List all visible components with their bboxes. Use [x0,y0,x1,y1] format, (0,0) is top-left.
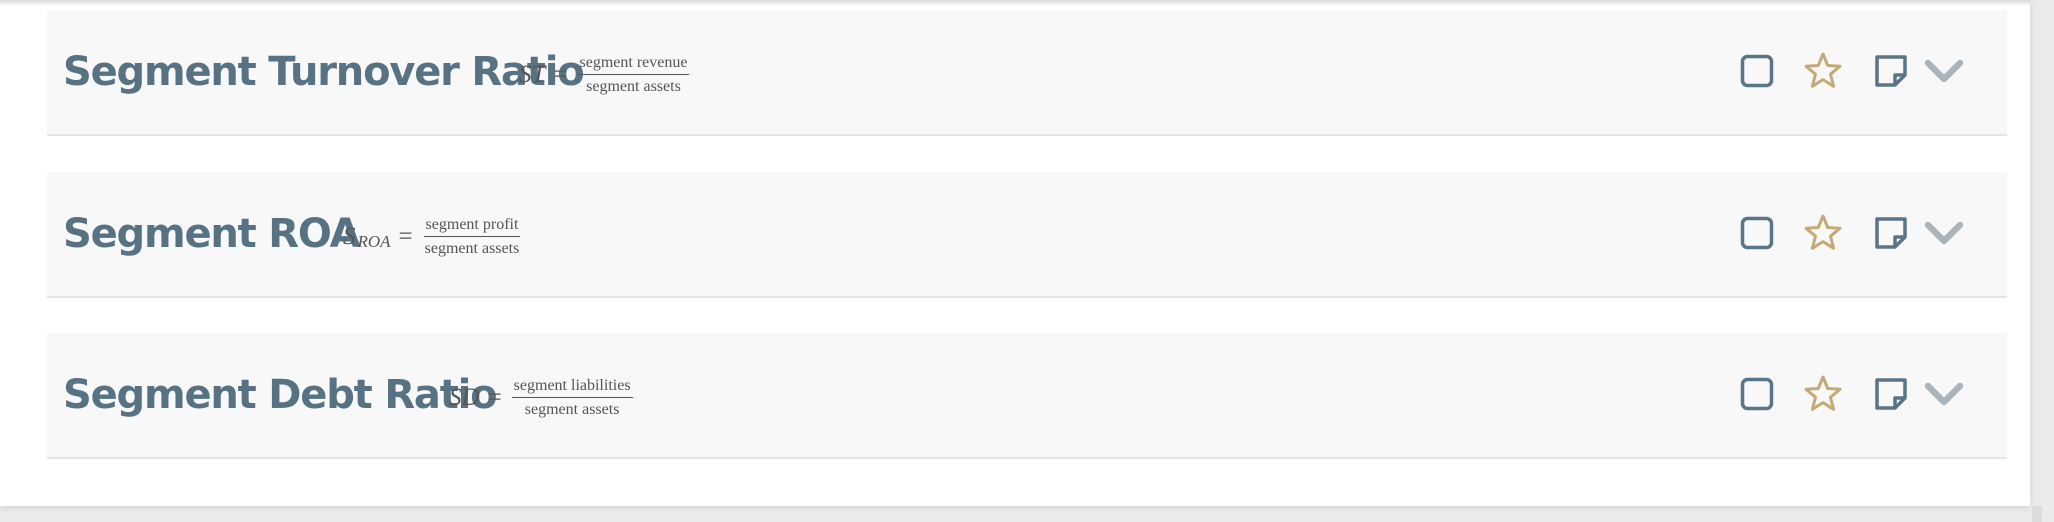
formula-denominator: segment assets [524,400,620,418]
formula-denominator: segment assets [586,77,681,95]
metric-card-segment-turnover-ratio: Segment Turnover Ratio ST = segment reve… [47,10,2007,136]
star-icon[interactable] [1803,374,1843,414]
formula-equals: = [487,383,502,411]
metric-card-segment-debt-ratio: Segment Debt Ratio SD = segment liabilit… [47,333,2007,459]
formula-numerator: segment liabilities [511,377,633,398]
scrollbar-track[interactable] [2032,506,2042,522]
checkbox-icon[interactable] [1740,377,1774,411]
formula-numerator: segment profit [423,216,521,237]
formula-lhs: ST [519,60,546,88]
metric-title: Segment Debt Ratio [63,372,498,418]
note-icon[interactable] [1873,215,1909,251]
metric-card-segment-roa: Segment ROA S ROA = segment profit segme… [47,172,2007,298]
metric-title: Segment Turnover Ratio [63,49,585,95]
formula-equals: = [398,222,413,250]
checkbox-icon[interactable] [1740,54,1774,88]
chevron-down-icon[interactable] [1924,57,1964,85]
checkbox-icon[interactable] [1740,216,1774,250]
metric-formula: SD = segment liabilities segment assets [449,377,633,418]
chevron-down-icon[interactable] [1924,219,1964,247]
chevron-down-icon[interactable] [1924,380,1964,408]
formula-lhs: S [343,222,356,250]
formula-denominator: segment assets [424,239,520,257]
metric-formula: ST = segment revenue segment assets [519,54,690,95]
metric-title: Segment ROA [63,211,361,257]
formula-subscript: ROA [357,231,391,251]
formula-fraction: segment revenue segment assets [577,54,690,95]
formula-lhs: SD [449,383,480,411]
metric-formula: S ROA = segment profit segment assets [343,216,521,257]
formula-numerator: segment revenue [577,54,690,75]
metrics-panel: Segment Turnover Ratio ST = segment reve… [0,0,2030,506]
formula-equals: = [553,60,568,88]
note-icon[interactable] [1873,376,1909,412]
star-icon[interactable] [1803,51,1843,91]
formula-fraction: segment profit segment assets [423,216,522,257]
formula-fraction: segment liabilities segment assets [511,377,633,418]
star-icon[interactable] [1803,213,1843,253]
note-icon[interactable] [1873,53,1909,89]
top-shadow [0,0,2030,6]
